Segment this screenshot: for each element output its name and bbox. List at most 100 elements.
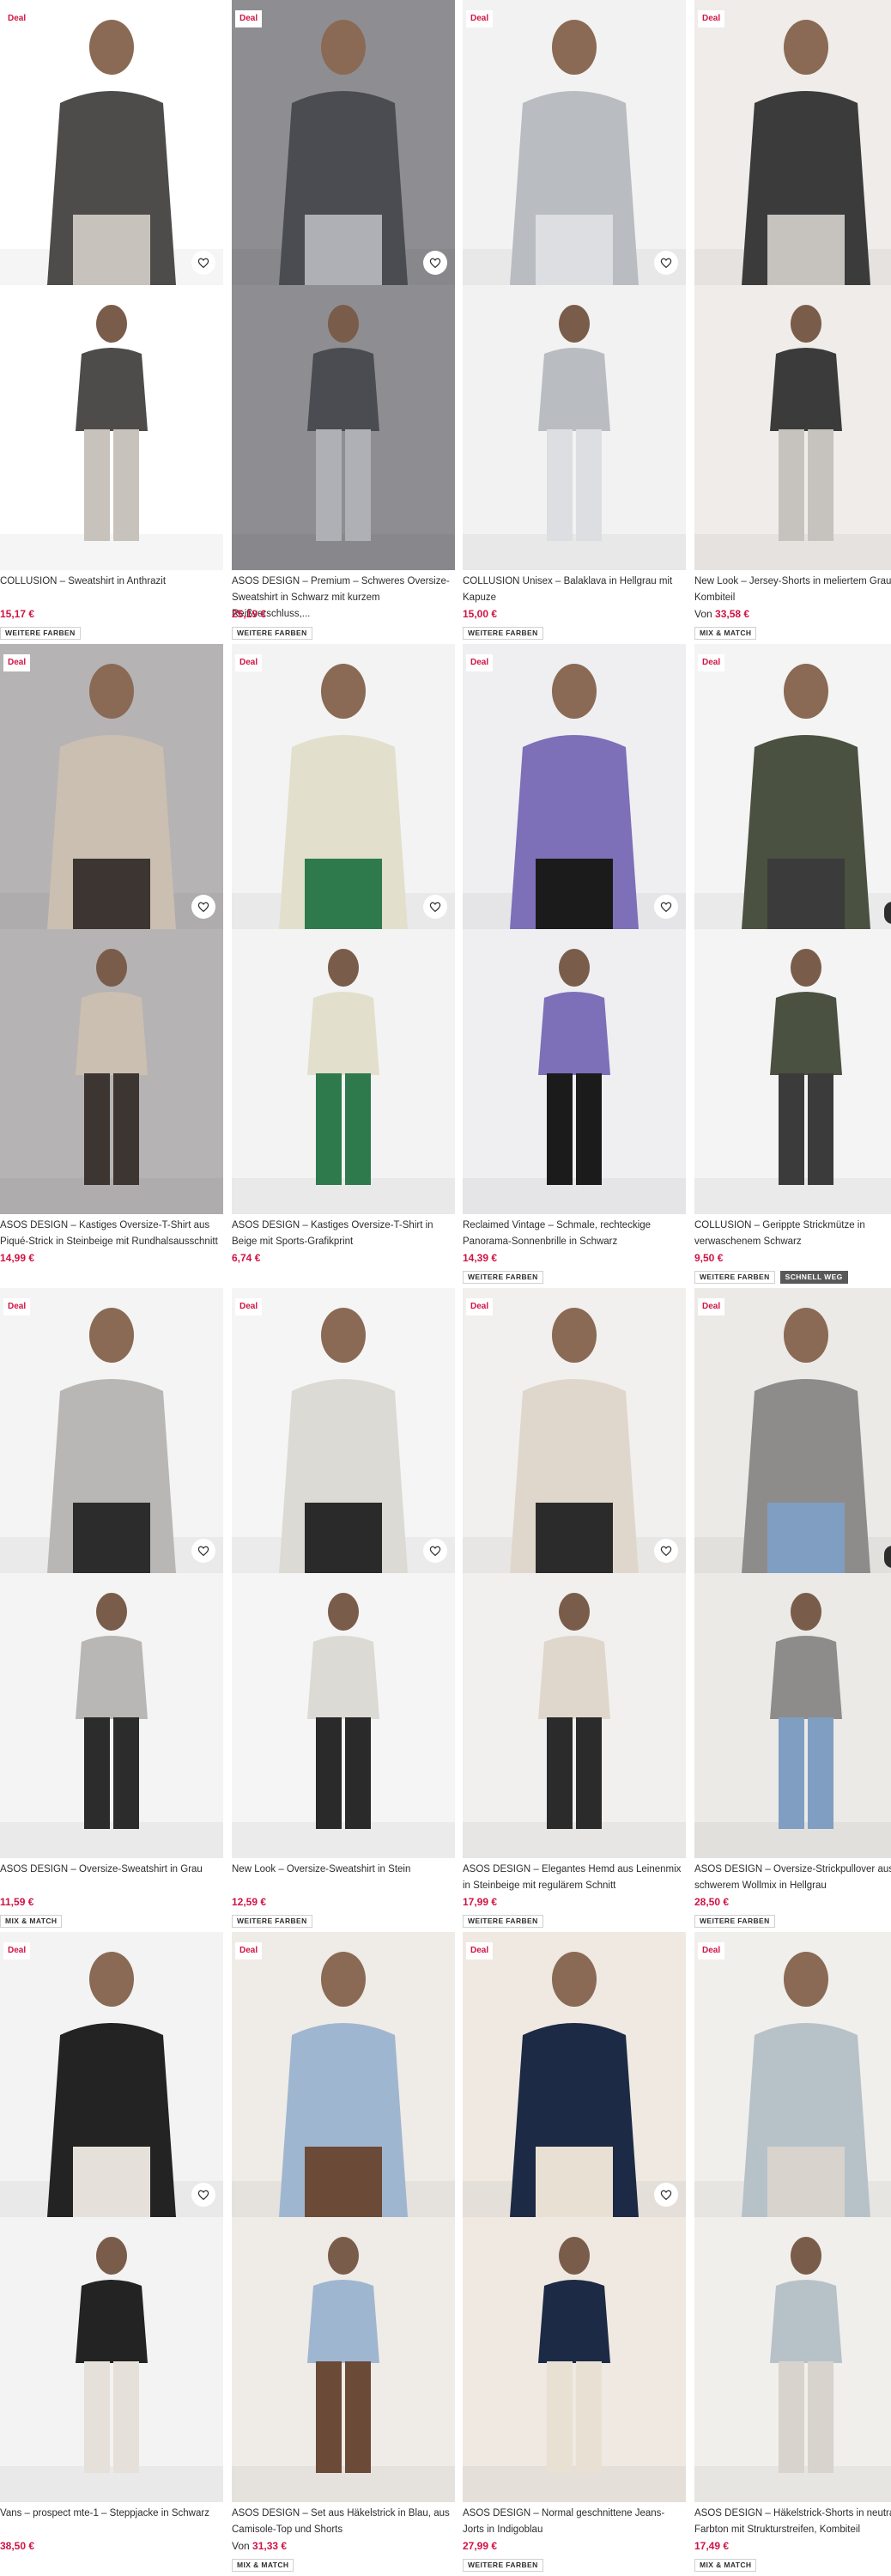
carousel-indicator-icon[interactable] [884, 902, 891, 924]
badge-weitere-farben[interactable]: WEITERE FARBEN [463, 1271, 543, 1284]
product-image[interactable] [463, 1932, 686, 2217]
product-card[interactable]: Deal ASOS DESIGN – Normal geschnittene Je… [463, 1932, 686, 2576]
product-badges: WEITERE FARBEN [232, 1915, 312, 1928]
product-image-alt[interactable] [694, 929, 891, 1214]
product-price: 15,00 € [463, 608, 497, 620]
product-title[interactable]: ASOS DESIGN – Kastiges Oversize-T-Shirt … [232, 1218, 455, 1250]
product-card[interactable]: Deal ASOS DESIGN – Oversize-Strickpullove… [694, 1288, 891, 1932]
product-image-alt[interactable] [232, 285, 455, 570]
product-card[interactable]: Deal ASOS DESIGN – Set aus Häkelstrick in… [232, 1932, 455, 2576]
product-image[interactable] [0, 0, 223, 285]
product-title[interactable]: Reclaimed Vintage – Schmale, rechteckige… [463, 1218, 686, 1250]
product-title[interactable]: Vans – prospect mte-1 – Steppjacke in Sc… [0, 2506, 223, 2522]
product-card[interactable]: Deal ASOS DESIGN – Kastiges Oversize-T-Sh… [0, 644, 223, 1288]
product-image-alt[interactable] [232, 1573, 455, 1858]
product-image[interactable] [0, 644, 223, 929]
product-title[interactable]: ASOS DESIGN – Oversize-Strickpullover au… [694, 1862, 891, 1894]
product-card[interactable]: Deal New Look – Jersey-Shorts in melierte… [694, 0, 891, 644]
product-image[interactable] [0, 1932, 223, 2217]
product-image[interactable] [694, 1932, 891, 2217]
product-image-alt[interactable] [463, 929, 686, 1214]
heart-icon[interactable] [654, 251, 678, 275]
deal-badge: Deal [698, 1298, 725, 1315]
heart-icon[interactable] [191, 895, 215, 919]
product-image[interactable] [0, 1288, 223, 1573]
product-image-alt[interactable] [694, 1573, 891, 1858]
heart-icon[interactable] [191, 1539, 215, 1563]
product-card[interactable]: Deal ASOS DESIGN – Elegantes Hemd aus Lei… [463, 1288, 686, 1932]
product-card[interactable]: Deal ASOS DESIGN – Oversize-Sweatshirt in… [0, 1288, 223, 1932]
product-image[interactable] [232, 644, 455, 929]
badge-weitere-farben[interactable]: WEITERE FARBEN [694, 1271, 775, 1284]
badge-weitere-farben[interactable]: WEITERE FARBEN [232, 627, 312, 640]
product-image[interactable] [463, 1288, 686, 1573]
product-card[interactable]: Deal COLLUSION – Gerippte Strickmütze in … [694, 644, 891, 1288]
product-image-alt[interactable] [232, 929, 455, 1214]
product-card[interactable]: Deal COLLUSION – Sweatshirt in Anthrazit 1… [0, 0, 223, 644]
product-card[interactable]: Deal ASOS DESIGN – Kastiges Oversize-T-Sh… [232, 644, 455, 1288]
badge-weitere-farben[interactable]: WEITERE FARBEN [694, 1915, 775, 1928]
product-title[interactable]: ASOS DESIGN – Häkelstrick-Shorts in neut… [694, 2506, 891, 2538]
product-card[interactable]: Deal ASOS DESIGN – Premium – Schweres Ove… [232, 0, 455, 644]
product-card[interactable]: Deal COLLUSION Unisex – Balaklava in Hell… [463, 0, 686, 644]
product-title[interactable]: New Look – Oversize-Sweatshirt in Stein [232, 1862, 455, 1878]
product-image[interactable] [694, 0, 891, 285]
heart-icon[interactable] [654, 895, 678, 919]
product-badges: WEITERE FARBEN [232, 627, 312, 640]
product-badges: MIX & MATCH [232, 2559, 294, 2572]
badge-weitere-farben[interactable]: WEITERE FARBEN [232, 1915, 312, 1928]
product-image-alt[interactable] [232, 2217, 455, 2502]
heart-icon[interactable] [423, 895, 447, 919]
product-title[interactable]: ASOS DESIGN – Set aus Häkelstrick in Bla… [232, 2506, 455, 2538]
product-image-alt[interactable] [463, 285, 686, 570]
badge-weitere-farben[interactable]: WEITERE FARBEN [0, 627, 81, 640]
heart-icon[interactable] [654, 1539, 678, 1563]
product-card[interactable]: Deal Reclaimed Vintage – Schmale, rechtec… [463, 644, 686, 1288]
product-card[interactable]: Deal Vans – prospect mte-1 – Steppjacke i… [0, 1932, 223, 2576]
heart-icon[interactable] [191, 2183, 215, 2207]
product-image[interactable] [694, 644, 891, 929]
product-image-alt[interactable] [0, 1573, 223, 1858]
product-badges: MIX & MATCH [0, 1915, 63, 1928]
product-title[interactable]: COLLUSION – Sweatshirt in Anthrazit [0, 574, 223, 590]
badge-weitere-farben[interactable]: WEITERE FARBEN [463, 2559, 543, 2572]
product-title[interactable]: ASOS DESIGN – Normal geschnittene Jeans-… [463, 2506, 686, 2538]
product-image[interactable] [463, 644, 686, 929]
product-image[interactable] [232, 0, 455, 285]
carousel-indicator-icon[interactable] [884, 1546, 891, 1568]
heart-icon[interactable] [423, 1539, 447, 1563]
product-image-alt[interactable] [463, 1573, 686, 1858]
badge-weitere-farben[interactable]: WEITERE FARBEN [463, 627, 543, 640]
badge-weitere-farben[interactable]: WEITERE FARBEN [463, 1915, 543, 1928]
product-title[interactable]: ASOS DESIGN – Oversize-Sweatshirt in Gra… [0, 1862, 223, 1878]
product-title[interactable]: New Look – Jersey-Shorts in meliertem Gr… [694, 574, 891, 606]
heart-icon[interactable] [423, 251, 447, 275]
badge-mix-match[interactable]: MIX & MATCH [694, 627, 757, 640]
product-image[interactable] [463, 0, 686, 285]
product-image-alt[interactable] [694, 285, 891, 570]
badge-mix-match[interactable]: MIX & MATCH [694, 2559, 757, 2572]
product-image[interactable] [232, 1288, 455, 1573]
product-image-alt[interactable] [0, 2217, 223, 2502]
deal-badge: Deal [466, 654, 494, 671]
product-image-alt[interactable] [0, 285, 223, 570]
product-image-alt[interactable] [0, 929, 223, 1214]
deal-badge: Deal [466, 10, 494, 27]
badge-mix-match[interactable]: MIX & MATCH [232, 2559, 294, 2572]
product-title[interactable]: ASOS DESIGN – Kastiges Oversize-T-Shirt … [0, 1218, 223, 1250]
heart-icon[interactable] [654, 2183, 678, 2207]
product-price: 17,99 € [463, 1896, 497, 1908]
product-image[interactable] [694, 1288, 891, 1573]
product-title[interactable]: COLLUSION Unisex – Balaklava in Hellgrau… [463, 574, 686, 606]
heart-icon[interactable] [191, 251, 215, 275]
product-title[interactable]: ASOS DESIGN – Elegantes Hemd aus Leinenm… [463, 1862, 686, 1894]
product-image[interactable] [232, 1932, 455, 2217]
product-card[interactable]: Deal ASOS DESIGN – Häkelstrick-Shorts in … [694, 1932, 891, 2576]
product-card[interactable]: Deal New Look – Oversize-Sweatshirt in St… [232, 1288, 455, 1932]
price-value: 17,49 € [694, 2540, 730, 2552]
product-price: 14,39 € [463, 1252, 497, 1264]
product-image-alt[interactable] [694, 2217, 891, 2502]
badge-mix-match[interactable]: MIX & MATCH [0, 1915, 63, 1928]
product-title[interactable]: COLLUSION – Gerippte Strickmütze in verw… [694, 1218, 891, 1250]
product-image-alt[interactable] [463, 2217, 686, 2502]
